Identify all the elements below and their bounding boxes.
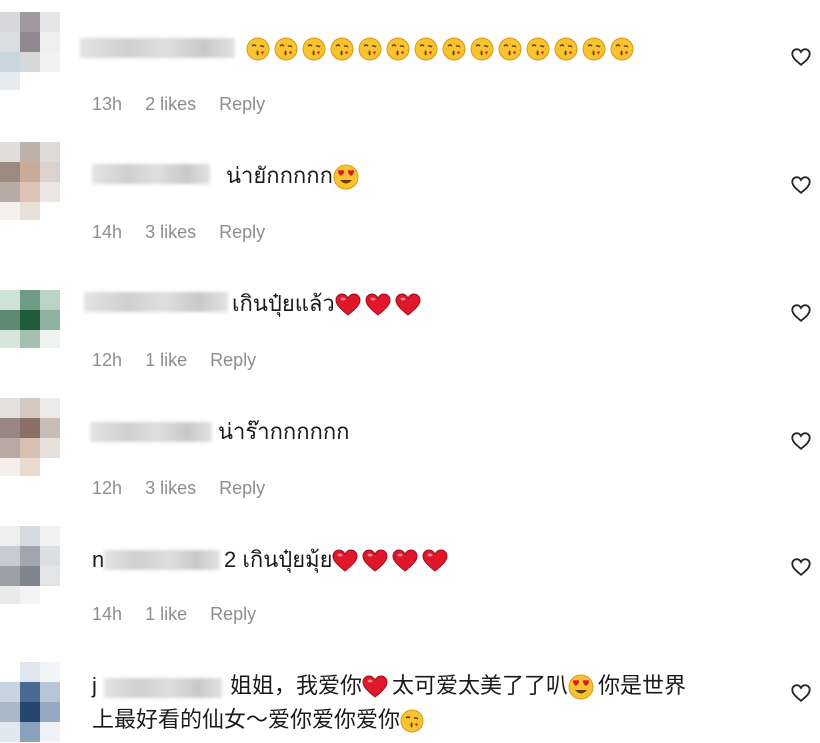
comment-meta: 12h 1 like Reply bbox=[92, 350, 274, 371]
red-heart-icon bbox=[422, 549, 448, 573]
comment-text: น่ายักกกกก bbox=[226, 160, 363, 192]
red-heart-icon bbox=[362, 675, 388, 699]
kissing-face-icon bbox=[400, 709, 424, 733]
red-heart-icon bbox=[365, 293, 391, 317]
comment-meta: 14h 3 likes Reply bbox=[92, 222, 283, 243]
comment-text: เกินปุ๋ยแล้ว bbox=[232, 288, 425, 320]
kissing-face-icon bbox=[414, 37, 438, 61]
comment-time: 12h bbox=[92, 478, 123, 498]
username[interactable] bbox=[104, 550, 220, 570]
heart-outline-icon[interactable] bbox=[790, 556, 812, 578]
comment-time: 12h bbox=[92, 350, 123, 370]
kissing-face-icon bbox=[554, 37, 578, 61]
comment-text-line2: 上最好看的仙女～爱你爱你爱你 bbox=[92, 704, 428, 736]
comment-meta: 14h 1 like Reply bbox=[92, 604, 274, 625]
comment-text: น่าร๊ากกกกกก bbox=[218, 419, 350, 444]
avatar[interactable] bbox=[0, 526, 60, 604]
heart-outline-icon[interactable] bbox=[790, 430, 812, 452]
kissing-face-icon bbox=[526, 37, 550, 61]
comment-time: 13h bbox=[92, 94, 123, 114]
comment-meta: 12h 3 likes Reply bbox=[92, 478, 283, 499]
like-count[interactable]: 1 like bbox=[145, 350, 187, 370]
comment-text-prefix[interactable]: j bbox=[92, 670, 97, 702]
kissing-face-icon bbox=[274, 37, 298, 61]
like-count[interactable]: 1 like bbox=[145, 604, 187, 624]
red-heart-icon bbox=[335, 293, 361, 317]
username[interactable] bbox=[92, 164, 210, 184]
username[interactable] bbox=[84, 292, 228, 312]
red-heart-icon bbox=[395, 293, 421, 317]
reply-button[interactable]: Reply bbox=[219, 222, 265, 242]
avatar[interactable] bbox=[0, 398, 60, 476]
comment-meta: 13h 2 likes Reply bbox=[92, 94, 283, 115]
username[interactable] bbox=[104, 678, 222, 698]
comment-time: 14h bbox=[92, 222, 123, 242]
reply-button[interactable]: Reply bbox=[210, 350, 256, 370]
comment-text: 姐姐，我爱你 太可爱太美了了叭 你是世界 bbox=[230, 670, 686, 702]
kissing-face-icon bbox=[582, 37, 606, 61]
red-heart-icon bbox=[392, 549, 418, 573]
red-heart-icon bbox=[362, 549, 388, 573]
like-count[interactable]: 2 likes bbox=[145, 94, 196, 114]
kissing-face-icon bbox=[302, 37, 326, 61]
comment-time: 14h bbox=[92, 604, 123, 624]
username[interactable] bbox=[90, 422, 212, 442]
kissing-face-icon bbox=[330, 37, 354, 61]
like-count[interactable]: 3 likes bbox=[145, 478, 196, 498]
avatar[interactable] bbox=[0, 270, 60, 348]
kissing-face-icon bbox=[358, 37, 382, 61]
reply-button[interactable]: Reply bbox=[219, 478, 265, 498]
comment-text bbox=[246, 32, 638, 64]
avatar[interactable] bbox=[0, 142, 60, 220]
comment-text-prefix[interactable]: n bbox=[92, 544, 104, 576]
kissing-face-icon bbox=[610, 37, 634, 61]
heart-outline-icon[interactable] bbox=[790, 46, 812, 68]
kissing-face-icon bbox=[470, 37, 494, 61]
reply-button[interactable]: Reply bbox=[210, 604, 256, 624]
heart-eyes-icon bbox=[568, 674, 594, 700]
username[interactable] bbox=[80, 38, 235, 58]
heart-eyes-icon bbox=[333, 164, 359, 190]
reply-button[interactable]: Reply bbox=[219, 94, 265, 114]
kissing-face-icon bbox=[246, 37, 270, 61]
kissing-face-icon bbox=[498, 37, 522, 61]
red-heart-icon bbox=[332, 549, 358, 573]
like-count[interactable]: 3 likes bbox=[145, 222, 196, 242]
heart-outline-icon[interactable] bbox=[790, 302, 812, 324]
kissing-face-icon bbox=[442, 37, 466, 61]
heart-outline-icon[interactable] bbox=[790, 682, 812, 704]
comment-text: 2 เกินปุ๋ยมุ้ย bbox=[224, 544, 452, 576]
heart-outline-icon[interactable] bbox=[790, 174, 812, 196]
avatar[interactable] bbox=[0, 662, 60, 743]
kissing-face-icon bbox=[386, 37, 410, 61]
avatar[interactable] bbox=[0, 12, 60, 90]
